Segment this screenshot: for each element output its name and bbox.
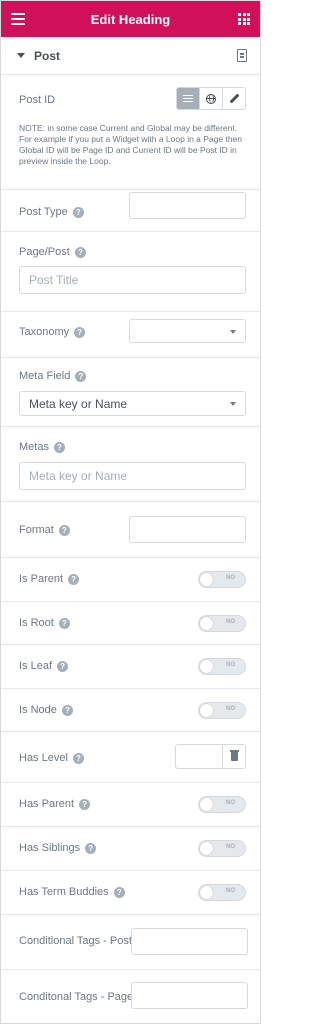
has-term-buddies-control: Has Term Buddies? NO bbox=[1, 871, 260, 915]
metas-input[interactable]: Meta key or Name bbox=[19, 462, 246, 490]
toggle-knob bbox=[200, 617, 213, 630]
conditional-tags-page-label: Conditonal Tags - Page bbox=[19, 991, 134, 1003]
is-leaf-control: Is Leaf? NO bbox=[1, 645, 260, 689]
post-id-label: Post ID bbox=[19, 94, 56, 106]
is-leaf-toggle[interactable]: NO bbox=[198, 658, 246, 675]
panel-title: Edit Heading bbox=[90, 11, 171, 27]
help-icon[interactable]: ? bbox=[72, 752, 84, 764]
global-id-button[interactable] bbox=[200, 88, 223, 109]
has-siblings-label: Has Siblings? bbox=[19, 842, 97, 854]
toggle-state: NO bbox=[226, 800, 235, 806]
toggle-state: NO bbox=[226, 706, 235, 712]
has-parent-toggle[interactable]: NO bbox=[198, 796, 246, 813]
help-icon[interactable]: ? bbox=[74, 326, 86, 338]
post-type-select[interactable] bbox=[129, 192, 246, 219]
trash-icon bbox=[229, 750, 239, 761]
pencil-icon bbox=[229, 93, 239, 104]
format-label: Format? bbox=[19, 524, 70, 536]
list-icon bbox=[183, 94, 193, 103]
is-node-toggle[interactable]: NO bbox=[198, 702, 246, 719]
panel-header: Edit Heading bbox=[1, 1, 260, 37]
toggle-knob bbox=[200, 886, 213, 899]
post-title-input[interactable]: Post Title bbox=[19, 266, 246, 294]
help-icon[interactable]: ? bbox=[53, 441, 65, 453]
format-input[interactable] bbox=[129, 516, 246, 543]
has-siblings-control: Has Siblings? NO bbox=[1, 827, 260, 871]
chevron-down-icon bbox=[230, 402, 236, 406]
toggle-knob bbox=[200, 573, 213, 586]
toggle-knob bbox=[200, 798, 213, 811]
help-icon[interactable]: ? bbox=[113, 886, 125, 898]
section-header-post[interactable]: Post bbox=[1, 37, 260, 75]
help-icon[interactable]: ? bbox=[75, 370, 87, 382]
is-root-toggle[interactable]: NO bbox=[198, 615, 246, 632]
toggle-state: NO bbox=[226, 619, 235, 625]
has-level-input[interactable] bbox=[176, 745, 222, 768]
toggle-knob bbox=[200, 660, 213, 673]
current-id-button[interactable] bbox=[177, 88, 200, 109]
toggle-state: NO bbox=[226, 888, 235, 894]
help-icon[interactable]: ? bbox=[58, 524, 70, 536]
is-node-control: Is Node? NO bbox=[1, 689, 260, 732]
meta-field-select[interactable]: Meta key or Name bbox=[19, 391, 246, 416]
toggle-knob bbox=[200, 704, 213, 717]
clear-button[interactable] bbox=[222, 745, 245, 768]
conditional-tags-post-label: Conditional Tags - Post bbox=[19, 935, 132, 947]
has-siblings-toggle[interactable]: NO bbox=[198, 840, 246, 857]
document-icon[interactable] bbox=[237, 49, 247, 62]
has-term-buddies-label: Has Term Buddies? bbox=[19, 886, 125, 898]
help-icon[interactable]: ? bbox=[61, 704, 73, 716]
help-icon[interactable]: ? bbox=[58, 617, 70, 629]
caret-down-icon bbox=[17, 53, 25, 58]
toggle-state: NO bbox=[226, 844, 235, 850]
is-parent-toggle[interactable]: NO bbox=[198, 571, 246, 588]
section-title: Post bbox=[34, 49, 61, 63]
help-icon[interactable]: ? bbox=[68, 573, 80, 585]
taxonomy-label: Taxonomy? bbox=[19, 326, 86, 338]
editor-panel: Edit Heading Post Post ID NOTE: in some … bbox=[0, 0, 261, 1024]
post-type-label: Post Type? bbox=[19, 206, 84, 218]
post-id-segmented bbox=[176, 87, 246, 110]
toggle-state: NO bbox=[226, 575, 235, 581]
toggle-knob bbox=[200, 842, 213, 855]
hamburger-icon[interactable] bbox=[11, 13, 25, 25]
help-icon[interactable]: ? bbox=[57, 660, 69, 672]
custom-id-button[interactable] bbox=[223, 88, 245, 109]
meta-field-value: Meta key or Name bbox=[29, 396, 128, 411]
has-level-label: Has Level? bbox=[19, 752, 84, 764]
toggle-state: NO bbox=[226, 662, 235, 668]
help-icon[interactable]: ? bbox=[72, 206, 84, 218]
has-parent-label: Has Parent? bbox=[19, 798, 91, 810]
is-root-label: Is Root? bbox=[19, 617, 70, 629]
post-id-note: NOTE: in some case Current and Global ma… bbox=[19, 123, 243, 166]
is-parent-label: Is Parent? bbox=[19, 573, 80, 585]
has-term-buddies-toggle[interactable]: NO bbox=[198, 884, 246, 901]
is-node-label: Is Node? bbox=[19, 704, 73, 716]
taxonomy-select[interactable] bbox=[129, 319, 246, 343]
meta-field-label: Meta Field? bbox=[19, 370, 87, 382]
has-level-number bbox=[175, 744, 246, 769]
page-post-label: Page/Post? bbox=[19, 246, 86, 258]
help-icon[interactable]: ? bbox=[79, 798, 91, 810]
is-leaf-label: Is Leaf? bbox=[19, 660, 69, 672]
help-icon[interactable]: ? bbox=[74, 246, 86, 258]
has-parent-control: Has Parent? NO bbox=[1, 783, 260, 827]
conditional-tags-post-select[interactable] bbox=[131, 928, 248, 955]
help-icon[interactable]: ? bbox=[85, 842, 97, 854]
grid-icon[interactable] bbox=[238, 13, 250, 25]
chevron-down-icon bbox=[230, 330, 236, 334]
is-parent-control: Is Parent? NO bbox=[1, 558, 260, 602]
metas-label: Metas? bbox=[19, 441, 65, 453]
conditional-tags-page-select[interactable] bbox=[131, 982, 248, 1009]
is-root-control: Is Root? NO bbox=[1, 602, 260, 645]
globe-icon bbox=[206, 93, 216, 104]
